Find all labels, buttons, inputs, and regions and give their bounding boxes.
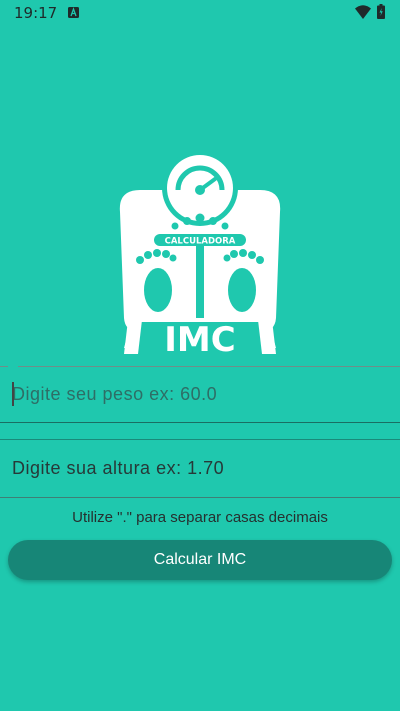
weight-input[interactable] [0,367,400,423]
notification-a-icon [68,7,79,18]
height-input[interactable] [0,439,400,498]
calculadora-imc-logo: CALCULADORA IMC [119,150,281,358]
battery-icon [377,4,385,19]
status-time: 19:17 [14,4,58,22]
logo-main-text: IMC [164,320,235,358]
logo-top-text: CALCULADORA [165,237,236,247]
status-bar: 19:17 [0,0,400,26]
text-cursor [12,382,14,406]
wifi-icon [355,5,371,19]
decimal-hint: Utilize "." para separar casas decimais [72,509,328,526]
calculate-imc-button[interactable]: Calcular IMC [8,540,392,580]
